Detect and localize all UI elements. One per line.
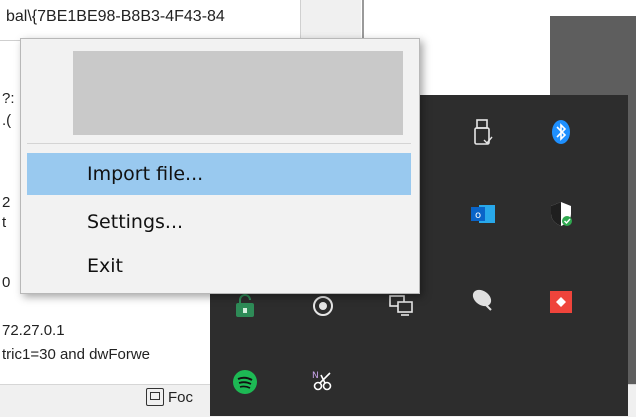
settings-menu-item[interactable]: Settings... — [27, 201, 411, 243]
network-icon[interactable] — [386, 291, 416, 321]
security-shield-icon[interactable] — [546, 199, 576, 229]
satellite-dish-icon[interactable] — [468, 285, 498, 315]
usb-drive-icon[interactable] — [468, 117, 498, 147]
onenote-clip-icon[interactable]: N — [308, 365, 338, 395]
guid-text: bal\{7BE1BE98-B8B3-4F43-84 — [6, 8, 225, 25]
fragment-3: 2 — [2, 194, 11, 211]
camera-lens-icon[interactable] — [308, 291, 338, 321]
fragment-5: 0 — [2, 274, 11, 291]
fragment-4: t — [2, 214, 7, 231]
focus-label: Foc — [168, 388, 194, 406]
metric-text: tric1=30 and dwForwe — [2, 346, 150, 363]
focus-icon — [146, 388, 164, 406]
menu-preview-area — [73, 51, 403, 135]
field-scroll-strip — [300, 0, 361, 40]
focus-button[interactable]: Foc — [146, 388, 193, 406]
fragment-1: ?: — [2, 90, 15, 107]
ip-address-text: 72.27.0.1 — [2, 322, 65, 339]
spotify-icon[interactable] — [230, 367, 260, 397]
svg-text:N: N — [312, 371, 319, 381]
anydesk-icon[interactable] — [546, 287, 576, 317]
svg-text:o: o — [475, 210, 481, 221]
fragment-2: .( — [2, 112, 12, 129]
bluetooth-icon[interactable] — [546, 117, 576, 147]
import-file-menu-item[interactable]: Import file... — [27, 153, 411, 195]
menu-separator — [27, 143, 411, 144]
context-menu: Import file... Settings... Exit — [20, 38, 420, 294]
exit-menu-item[interactable]: Exit — [27, 245, 411, 287]
outlook-icon[interactable]: o — [468, 199, 498, 229]
vpn-lock-icon[interactable] — [230, 291, 260, 321]
